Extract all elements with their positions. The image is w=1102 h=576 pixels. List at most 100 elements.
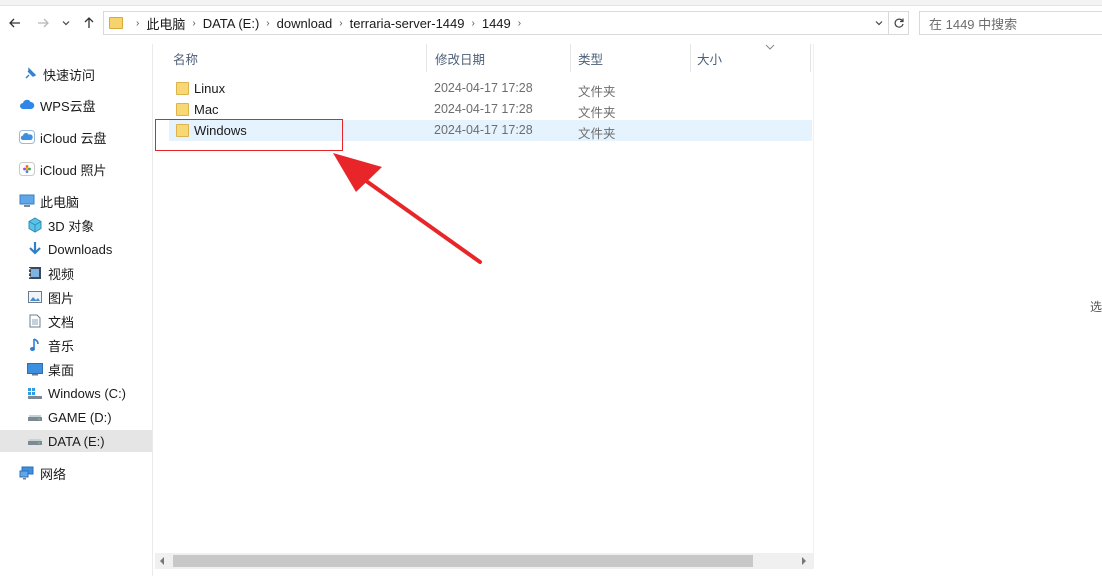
pin-icon — [22, 67, 38, 81]
sidebar-item-label: Windows (C:) — [48, 385, 127, 401]
column-label: 类型 — [578, 52, 604, 67]
file-date: 2024-04-17 17:28 — [434, 123, 533, 137]
sidebar-item-label: 此电脑 — [40, 194, 80, 210]
breadcrumb-terraria-server[interactable]: terraria-server-1449 — [350, 16, 465, 31]
address-row: › 此电脑 › DATA (E:) › download › terraria-… — [0, 6, 1102, 40]
column-header-name[interactable]: 名称 — [155, 44, 427, 72]
breadcrumb-data-drive[interactable]: DATA (E:) — [203, 16, 260, 31]
forward-button[interactable] — [34, 14, 52, 32]
scroll-left-icon[interactable] — [159, 554, 165, 570]
folder-icon — [176, 82, 189, 95]
chevron-right-icon: › — [517, 17, 522, 29]
drive-icon — [27, 410, 43, 424]
arrow-up-icon — [84, 17, 94, 28]
breadcrumb-this-pc[interactable]: 此电脑 — [146, 14, 185, 33]
desktop-icon — [27, 362, 43, 376]
annotation-arrow-icon — [333, 153, 482, 264]
file-date: 2024-04-17 17:28 — [434, 81, 533, 95]
sidebar-item-this-pc[interactable]: 此电脑 — [0, 190, 152, 212]
navigation-pane: 快速访问 WPS云盘 iCloud 云盘 iCloud 照片 此电脑 3D 对象… — [0, 44, 153, 576]
sidebar-item-label: GAME (D:) — [48, 409, 112, 425]
cloud-icon — [19, 98, 35, 112]
sidebar-item-music[interactable]: 音乐 — [0, 334, 152, 356]
download-icon — [27, 242, 43, 256]
arrow-right-icon — [38, 18, 49, 28]
chevron-right-icon: › — [471, 17, 475, 29]
chevron-right-icon: › — [192, 17, 196, 29]
photos-icon — [19, 162, 35, 176]
address-bar[interactable]: › 此电脑 › DATA (E:) › download › terraria-… — [103, 11, 889, 35]
file-name: Linux — [194, 81, 226, 96]
sidebar-item-data-e[interactable]: DATA (E:) — [0, 430, 152, 452]
sidebar-item-quick-access[interactable]: 快速访问 — [0, 63, 152, 85]
sidebar-item-label: 桌面 — [48, 362, 75, 378]
breadcrumb-download[interactable]: download — [277, 16, 333, 31]
sidebar-item-label: iCloud 云盘 — [40, 130, 107, 146]
file-type: 文件夹 — [578, 127, 616, 141]
folder-icon — [176, 103, 189, 116]
sidebar-item-label: 视频 — [48, 266, 75, 282]
file-explorer-window: › 此电脑 › DATA (E:) › download › terraria-… — [0, 0, 1102, 576]
sidebar-item-desktop[interactable]: 桌面 — [0, 358, 152, 380]
up-button[interactable] — [80, 14, 98, 32]
network-icon — [19, 466, 35, 480]
sidebar-item-network[interactable]: 网络 — [0, 462, 152, 484]
file-name: Mac — [194, 102, 219, 117]
icloud-icon — [19, 130, 35, 144]
refresh-icon — [894, 18, 904, 28]
sidebar-item-game-d[interactable]: GAME (D:) — [0, 406, 152, 428]
file-date: 2024-04-17 17:28 — [434, 102, 533, 116]
annotation-highlight-box — [155, 119, 343, 151]
sidebar-item-wps-cloud[interactable]: WPS云盘 — [0, 94, 152, 116]
search-input[interactable]: 在 1449 中搜索 — [919, 11, 1102, 35]
drive-icon — [27, 434, 43, 448]
arrow-left-icon — [9, 18, 20, 28]
sidebar-item-label: DATA (E:) — [48, 433, 105, 449]
chevron-right-icon: › — [266, 17, 270, 29]
cube-icon — [27, 217, 43, 233]
recent-locations-button[interactable] — [60, 14, 72, 32]
sidebar-item-downloads[interactable]: Downloads — [0, 238, 152, 260]
column-label: 大小 — [697, 52, 723, 67]
sort-chevron-icon — [765, 42, 775, 53]
computer-icon — [19, 194, 35, 208]
preview-pane-text: 选 — [1089, 300, 1102, 314]
chevron-down-icon — [62, 21, 70, 26]
sidebar-item-pictures[interactable]: 图片 — [0, 286, 152, 308]
sidebar-item-documents[interactable]: 文档 — [0, 310, 152, 332]
file-type: 文件夹 — [578, 106, 616, 120]
column-label: 修改日期 — [435, 52, 486, 67]
file-row-mac[interactable]: Mac 2024-04-17 17:28 文件夹 — [169, 99, 812, 120]
address-dropdown-icon[interactable] — [874, 14, 884, 35]
column-label: 名称 — [173, 52, 199, 67]
chevron-right-icon: › — [339, 17, 343, 29]
sidebar-item-label: 图片 — [48, 290, 75, 306]
chevron-right-icon: › — [136, 17, 140, 29]
picture-icon — [27, 290, 43, 304]
windows-drive-icon — [27, 386, 43, 400]
sidebar-item-label: 3D 对象 — [48, 218, 95, 234]
sidebar-item-label: iCloud 照片 — [40, 162, 107, 178]
sidebar-item-label: 快速访问 — [43, 67, 96, 83]
sidebar-item-icloud-photos[interactable]: iCloud 照片 — [0, 158, 152, 180]
file-type: 文件夹 — [578, 85, 616, 99]
search-placeholder: 在 1449 中搜索 — [929, 16, 1018, 32]
sidebar-item-label: 网络 — [40, 466, 67, 482]
sidebar-item-videos[interactable]: 视频 — [0, 262, 152, 284]
sidebar-item-3d-objects[interactable]: 3D 对象 — [0, 214, 152, 236]
sidebar-item-windows-c[interactable]: Windows (C:) — [0, 382, 152, 404]
scroll-right-icon[interactable] — [801, 554, 807, 570]
breadcrumb-1449[interactable]: 1449 — [482, 16, 511, 31]
column-header-type[interactable]: 类型 — [571, 44, 691, 72]
sidebar-item-icloud-drive[interactable]: iCloud 云盘 — [0, 126, 152, 148]
document-icon — [27, 314, 43, 328]
scrollbar-thumb[interactable] — [173, 555, 753, 567]
column-header-size[interactable]: 大小 — [691, 44, 811, 72]
horizontal-scrollbar[interactable] — [155, 553, 814, 569]
file-row-linux[interactable]: Linux 2024-04-17 17:28 文件夹 — [169, 78, 812, 99]
sidebar-item-label: 音乐 — [48, 338, 75, 354]
video-icon — [27, 266, 43, 280]
back-button[interactable] — [6, 14, 24, 32]
column-header-date[interactable]: 修改日期 — [427, 44, 571, 72]
refresh-button[interactable] — [889, 11, 909, 35]
